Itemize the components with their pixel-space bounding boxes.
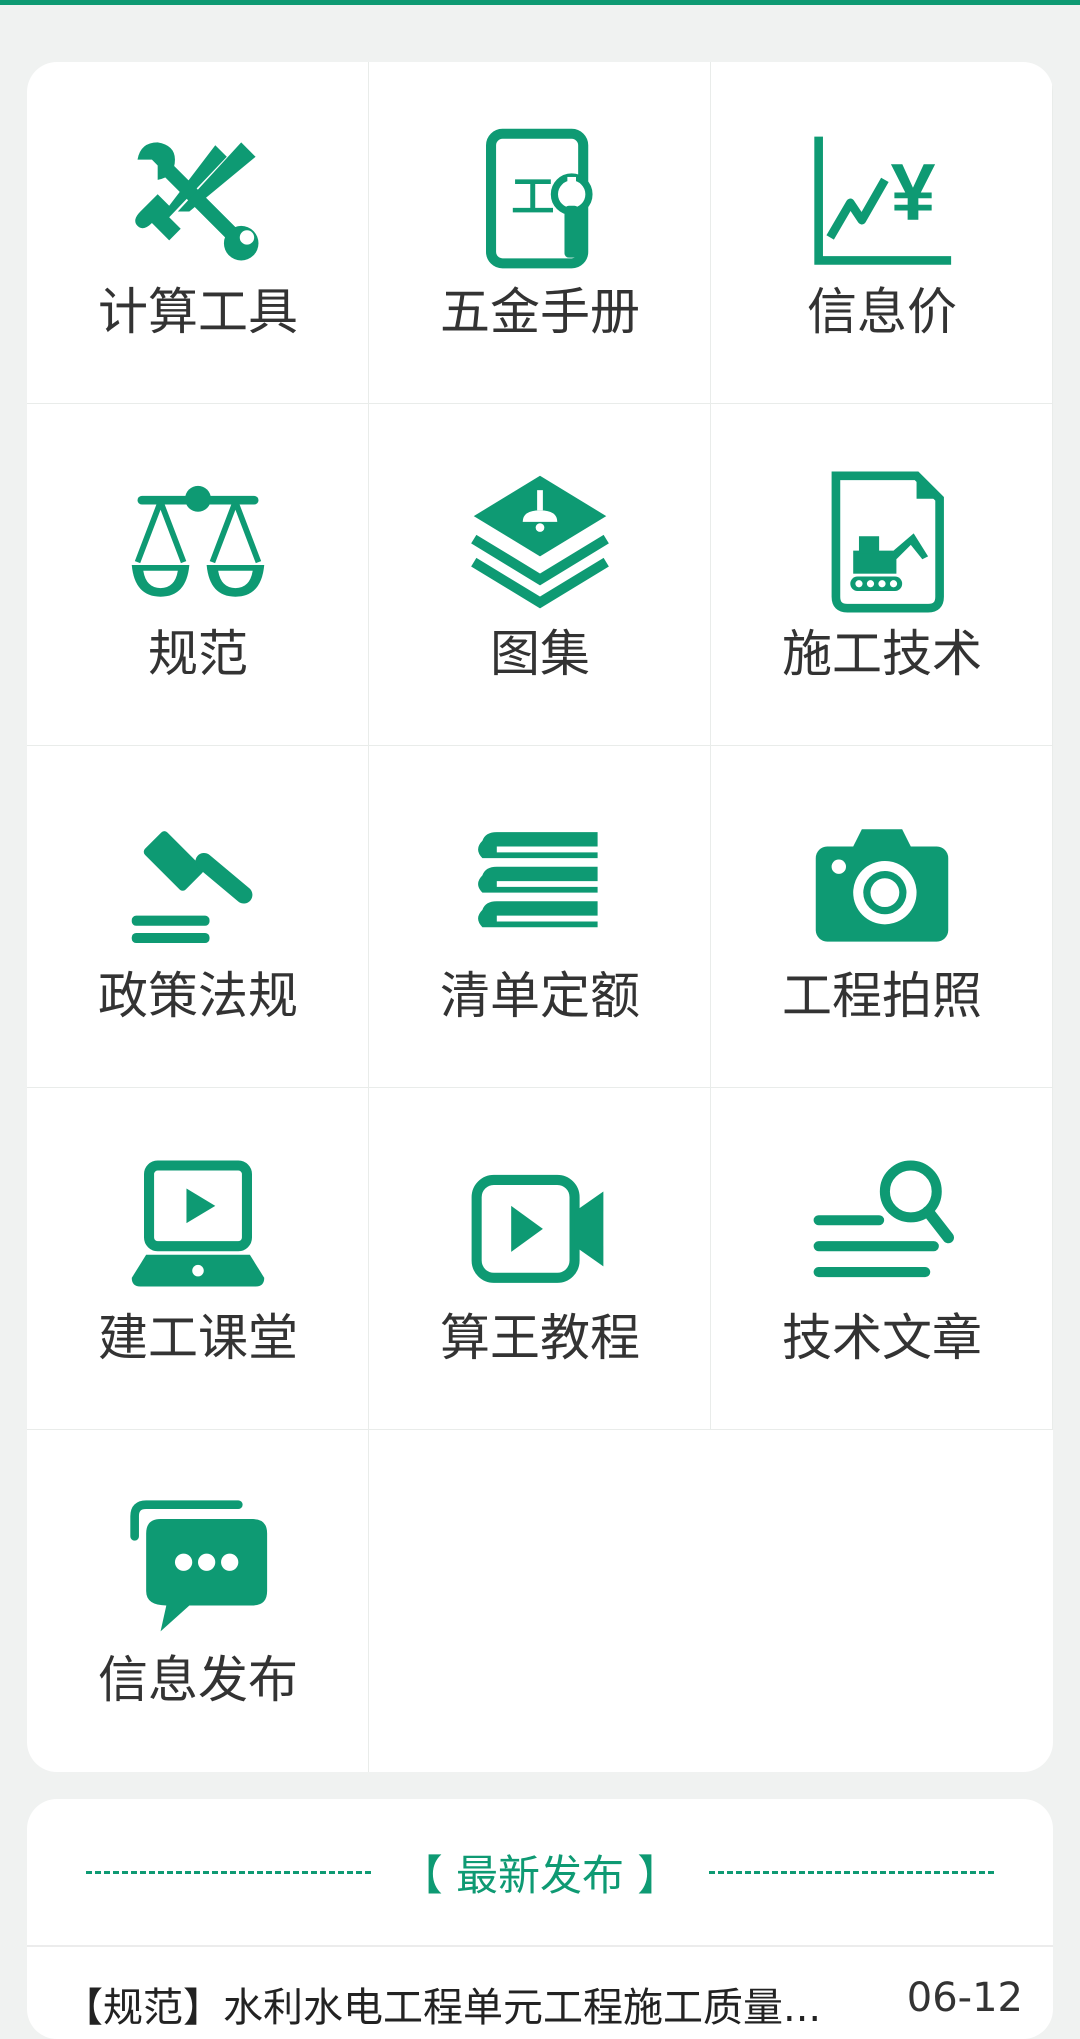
grid-item-publish-info[interactable]: 信息发布 <box>27 1430 369 1772</box>
laptop-play-icon <box>126 1154 270 1298</box>
svg-text:¥: ¥ <box>891 148 936 238</box>
grid-item-label: 五金手册 <box>440 283 640 341</box>
grid-item-label: 信息发布 <box>98 1651 298 1709</box>
excavator-document-icon <box>810 470 954 614</box>
grid-item-hardware-manual[interactable]: 工 五金手册 <box>369 62 711 404</box>
grid-item-label: 施工技术 <box>782 625 982 683</box>
books-icon <box>468 812 612 956</box>
article-search-icon <box>810 1154 954 1298</box>
grid-item-label: 技术文章 <box>782 1309 982 1367</box>
grid-item-standards[interactable]: 规范 <box>27 404 369 746</box>
latest-news-header: 【 最新发布 】 <box>27 1799 1053 1947</box>
news-item-date: 06-12 <box>906 1975 1023 2021</box>
chat-bubbles-icon <box>126 1496 270 1640</box>
grid-item-bill-quota[interactable]: 清单定额 <box>369 746 711 1088</box>
feature-grid: 计算工具 工 五金手册 ¥ 信息价 规范 图集 施工技术 政策法规 清单定额 工… <box>27 62 1053 1772</box>
grid-item-label: 图集 <box>490 625 590 683</box>
price-chart-icon: ¥ <box>810 128 954 272</box>
latest-news-title: 【 最新发布 】 <box>400 1850 680 1900</box>
scales-icon <box>126 470 270 614</box>
grid-item-label: 计算工具 <box>98 283 298 341</box>
grid-item-policy[interactable]: 政策法规 <box>27 746 369 1088</box>
latest-news-card: 【 最新发布 】 【规范】水利水电工程单元工程施工质量... 06-12 <box>27 1799 1053 2039</box>
grid-item-classroom[interactable]: 建工课堂 <box>27 1088 369 1430</box>
news-item-title: 【规范】水利水电工程单元工程施工质量... <box>63 1985 822 2031</box>
grid-item-photo[interactable]: 工程拍照 <box>711 746 1053 1088</box>
grid-item-construction-tech[interactable]: 施工技术 <box>711 404 1053 746</box>
video-camera-icon <box>468 1154 612 1298</box>
grid-item-price-info[interactable]: ¥ 信息价 <box>711 62 1053 404</box>
grid-item-label: 建工课堂 <box>98 1309 298 1367</box>
divider-dash-left <box>85 1870 371 1874</box>
gavel-icon <box>126 812 270 956</box>
grid-item-label: 规范 <box>148 625 248 683</box>
svg-text:工: 工 <box>511 174 554 222</box>
grid-item-atlas[interactable]: 图集 <box>369 404 711 746</box>
camera-icon <box>810 812 954 956</box>
divider-dash-right <box>709 1870 995 1874</box>
news-list-item[interactable]: 【规范】水利水电工程单元工程施工质量... 06-12 <box>63 1975 1023 2035</box>
wrench-screwdriver-icon <box>126 128 270 272</box>
grid-item-articles[interactable]: 技术文章 <box>711 1088 1053 1430</box>
layers-icon <box>468 470 612 614</box>
grid-item-tutorial[interactable]: 算王教程 <box>369 1088 711 1430</box>
grid-item-label: 算王教程 <box>440 1309 640 1367</box>
hardware-manual-icon: 工 <box>468 128 612 272</box>
grid-item-label: 清单定额 <box>440 967 640 1025</box>
grid-item-label: 工程拍照 <box>782 967 982 1025</box>
top-accent-bar <box>0 0 1080 5</box>
grid-item-label: 信息价 <box>807 283 957 341</box>
grid-item-label: 政策法规 <box>98 967 298 1025</box>
grid-item-calc-tools[interactable]: 计算工具 <box>27 62 369 404</box>
